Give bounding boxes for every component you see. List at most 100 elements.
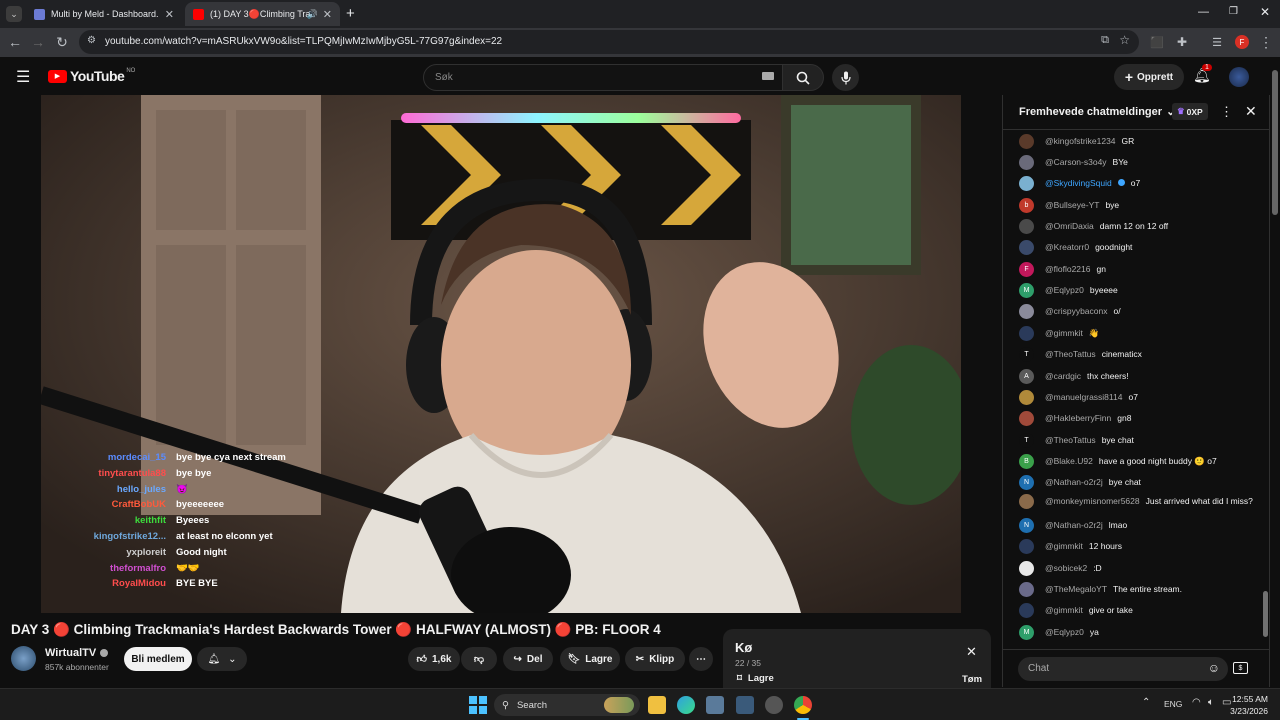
extension-icon[interactable]: ⬛ bbox=[1148, 33, 1166, 51]
chat-author-avatar[interactable]: T bbox=[1019, 347, 1034, 362]
chat-more-options-icon[interactable]: ⋮ bbox=[1220, 104, 1233, 120]
bookmark-star-icon[interactable]: ☆ bbox=[1119, 33, 1130, 47]
chat-author-name[interactable]: @TheoTattus bbox=[1045, 349, 1096, 359]
close-tab-icon[interactable]: ✕ bbox=[165, 8, 174, 21]
chat-author-name[interactable]: @cardgic bbox=[1045, 371, 1081, 381]
chat-message[interactable]: @SkydivingSquid o7 bbox=[1019, 176, 1259, 191]
save-button[interactable]: 🔖︎ Lagre bbox=[560, 647, 620, 671]
video-player[interactable]: mordecai_15 bye bye cya next stream tinyta… bbox=[41, 95, 961, 613]
channel-name[interactable]: WirtualTV bbox=[45, 647, 109, 659]
tray-overflow-icon[interactable]: ⌃ bbox=[1142, 697, 1150, 708]
audio-playing-icon[interactable]: 🔊 bbox=[307, 9, 318, 20]
chat-input[interactable]: Chat ☺ bbox=[1018, 657, 1228, 681]
chat-author-avatar[interactable] bbox=[1019, 390, 1034, 405]
chat-author-name[interactable]: @gimmkit bbox=[1045, 541, 1083, 551]
chat-author-name[interactable]: @TheoTattus bbox=[1045, 435, 1096, 445]
reading-list-icon[interactable]: ☰ bbox=[1208, 33, 1226, 51]
chat-message[interactable]: @Carson-s3o4y BYe bbox=[1019, 155, 1259, 170]
chat-author-name[interactable]: @TheMegaloYT bbox=[1045, 584, 1107, 594]
restore-window-icon[interactable]: ❐ bbox=[1229, 6, 1238, 17]
site-info-icon[interactable]: ⚙ bbox=[87, 35, 96, 46]
chat-author-name[interactable]: @Nathan-o2r2j bbox=[1045, 477, 1103, 487]
chat-author-name[interactable]: @Carson-s3o4y bbox=[1045, 157, 1107, 167]
subscription-bell-button[interactable]: 🔔︎ ⌄ bbox=[197, 647, 247, 671]
xp-badge[interactable]: ♛ 0XP bbox=[1172, 103, 1208, 120]
chat-message[interactable]: F @floflo2216 gn bbox=[1019, 262, 1259, 277]
tab-meld-dashboard[interactable]: Multi by Meld - Dashboard. ✕ bbox=[26, 2, 182, 26]
forward-arrow-icon[interactable]: → bbox=[29, 33, 47, 51]
new-tab-button[interactable]: + bbox=[346, 5, 355, 22]
chat-message[interactable]: @gimmkit 12 hours bbox=[1019, 539, 1259, 554]
extensions-puzzle-icon[interactable]: ✚ bbox=[1173, 33, 1191, 51]
chat-author-avatar[interactable]: A bbox=[1019, 369, 1034, 384]
voice-search-button[interactable] bbox=[832, 64, 859, 91]
install-app-icon[interactable]: ⧉ bbox=[1101, 34, 1109, 47]
taskbar-search[interactable]: ⚲ Search bbox=[494, 694, 640, 716]
chat-author-name[interactable]: @Eqlypz0 bbox=[1045, 285, 1084, 295]
chat-author-avatar[interactable]: F bbox=[1019, 262, 1034, 277]
youtube-logo[interactable]: ▶ YouTube NO bbox=[48, 68, 135, 84]
search-button[interactable] bbox=[782, 64, 824, 91]
chat-message[interactable]: @HakleberryFinn gn8 bbox=[1019, 411, 1259, 426]
chat-author-avatar[interactable]: b bbox=[1019, 198, 1034, 213]
app-icon[interactable] bbox=[706, 696, 724, 714]
channel-avatar[interactable] bbox=[11, 646, 36, 671]
chat-author-name[interactable]: @floflo2216 bbox=[1045, 264, 1091, 274]
more-actions-button[interactable]: ⋯ bbox=[689, 647, 713, 671]
browser-menu-icon[interactable]: ⋮ bbox=[1257, 33, 1275, 51]
chat-author-name[interactable]: @SkydivingSquid bbox=[1045, 178, 1112, 188]
chat-author-avatar[interactable] bbox=[1019, 539, 1034, 554]
share-button[interactable]: ↪ Del bbox=[503, 647, 553, 671]
app-icon-3[interactable] bbox=[765, 696, 783, 714]
chat-message[interactable]: @monkeymisnomer5628 Just arrived what did… bbox=[1019, 494, 1259, 509]
back-arrow-icon[interactable]: ← bbox=[6, 33, 24, 51]
tab-search-icon[interactable]: ⌄ bbox=[6, 6, 22, 22]
chat-mode-dropdown[interactable]: Fremhevede chatmeldinger ⌄ bbox=[1019, 105, 1175, 119]
keyboard-icon[interactable] bbox=[762, 72, 774, 80]
chat-author-avatar[interactable] bbox=[1019, 326, 1034, 341]
chat-author-avatar[interactable] bbox=[1019, 240, 1034, 255]
dislike-button[interactable]: 👎︎ bbox=[461, 647, 497, 671]
search-input[interactable]: Søk bbox=[423, 64, 783, 91]
close-chat-icon[interactable]: ✕ bbox=[1245, 103, 1257, 120]
edge-browser-icon[interactable] bbox=[677, 696, 695, 714]
queue-save-button[interactable]: ⌑ Lagre bbox=[737, 673, 774, 684]
file-explorer-icon[interactable] bbox=[648, 696, 666, 714]
chat-author-avatar[interactable] bbox=[1019, 561, 1034, 576]
tab-youtube-video[interactable]: (1) DAY 3🔴Climbing Track 🔊 ✕ bbox=[185, 2, 340, 26]
windows-start-icon[interactable] bbox=[469, 696, 487, 714]
profile-avatar[interactable]: F bbox=[1233, 33, 1251, 51]
notifications-bell-icon[interactable]: 🔔︎ 1 bbox=[1193, 64, 1212, 84]
account-avatar[interactable] bbox=[1229, 67, 1249, 87]
chat-message[interactable]: @kingofstrike1234 GR bbox=[1019, 134, 1259, 149]
chat-message[interactable]: M @Eqlypz0 ya bbox=[1019, 625, 1259, 640]
chat-author-name[interactable]: @manuelgrassi8114 bbox=[1045, 392, 1122, 402]
chat-scrollbar[interactable] bbox=[1263, 591, 1268, 637]
chat-message[interactable]: @crispyybaconx o/ bbox=[1019, 304, 1259, 319]
like-button[interactable]: 👍︎ 1,6k bbox=[408, 647, 460, 671]
hamburger-menu-icon[interactable]: ☰ bbox=[16, 67, 30, 87]
chat-author-avatar[interactable] bbox=[1019, 155, 1034, 170]
wifi-icon[interactable]: ◠ bbox=[1192, 697, 1201, 708]
chat-author-name[interactable]: @crispyybaconx bbox=[1045, 306, 1107, 316]
chat-message[interactable]: T @TheoTattus cinematicx bbox=[1019, 347, 1259, 362]
chat-author-name[interactable]: @Blake.U92 bbox=[1045, 456, 1093, 466]
chat-author-avatar[interactable] bbox=[1019, 582, 1034, 597]
chat-author-avatar[interactable] bbox=[1019, 411, 1034, 426]
app-icon-2[interactable] bbox=[736, 696, 754, 714]
chat-message[interactable]: T @TheoTattus bye chat bbox=[1019, 433, 1259, 448]
chat-message[interactable]: A @cardgic thx cheers! bbox=[1019, 369, 1259, 384]
chat-author-name[interactable]: @kingofstrike1234 bbox=[1045, 136, 1116, 146]
join-button[interactable]: Bli medlem bbox=[124, 647, 192, 671]
address-bar[interactable]: ⚙ youtube.com/watch?v=mASRUkxVW9o&list=T… bbox=[79, 30, 1139, 54]
chat-author-name[interactable]: @HakleberryFinn bbox=[1045, 413, 1111, 423]
clock-date[interactable]: 3/23/2026 bbox=[1226, 706, 1268, 716]
chat-message[interactable]: b @Bullseye-YT bye bbox=[1019, 198, 1259, 213]
chat-author-name[interactable]: @OmriDaxia bbox=[1045, 221, 1094, 231]
chat-author-avatar[interactable]: M bbox=[1019, 283, 1034, 298]
language-indicator[interactable]: ENG bbox=[1164, 699, 1182, 709]
chat-author-avatar[interactable]: N bbox=[1019, 475, 1034, 490]
chat-author-avatar[interactable] bbox=[1019, 176, 1034, 191]
chat-author-avatar[interactable] bbox=[1019, 494, 1034, 509]
clock-time[interactable]: 12:55 AM bbox=[1232, 694, 1268, 704]
